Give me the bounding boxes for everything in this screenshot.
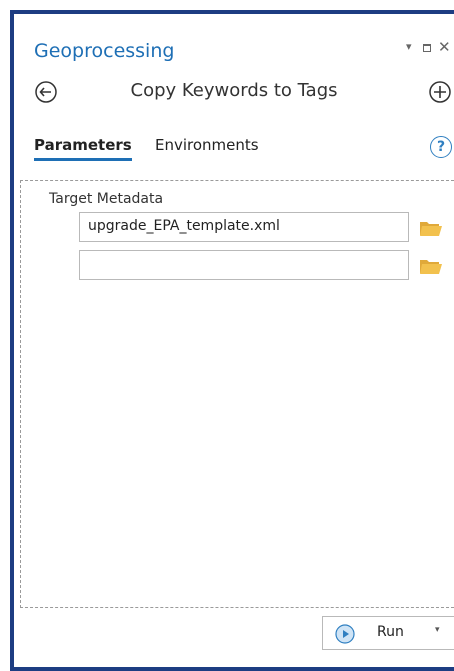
tool-header: Copy Keywords to Tags (14, 76, 454, 112)
pane-window-controls: ▾ ✕ (404, 38, 454, 64)
folder-open-icon[interactable] (419, 219, 443, 237)
run-button[interactable]: Run ▾ (322, 616, 454, 650)
target-metadata-input-empty[interactable] (79, 250, 409, 280)
play-icon (335, 624, 355, 644)
run-dropdown-icon[interactable]: ▾ (435, 625, 440, 635)
help-icon[interactable]: ? (430, 136, 452, 158)
parameters-panel: Target Metadata upgrade_EPA_template.xml (20, 180, 454, 608)
pane-menu-dropdown-icon[interactable]: ▾ (406, 40, 412, 53)
tool-tabs: Parameters Environments ? (14, 136, 454, 164)
folder-open-icon[interactable] (419, 257, 443, 275)
run-area: Run ▾ (322, 616, 454, 650)
tab-parameters[interactable]: Parameters (34, 136, 132, 161)
close-icon[interactable]: ✕ (438, 38, 451, 56)
tab-environments[interactable]: Environments (155, 136, 259, 154)
run-label: Run (377, 624, 404, 640)
maximize-icon[interactable] (423, 44, 431, 52)
target-metadata-input[interactable]: upgrade_EPA_template.xml (79, 212, 409, 242)
target-metadata-label: Target Metadata (49, 191, 164, 207)
pane-title: Geoprocessing (34, 40, 175, 62)
tool-title: Copy Keywords to Tags (130, 80, 338, 101)
add-icon[interactable] (426, 78, 454, 106)
